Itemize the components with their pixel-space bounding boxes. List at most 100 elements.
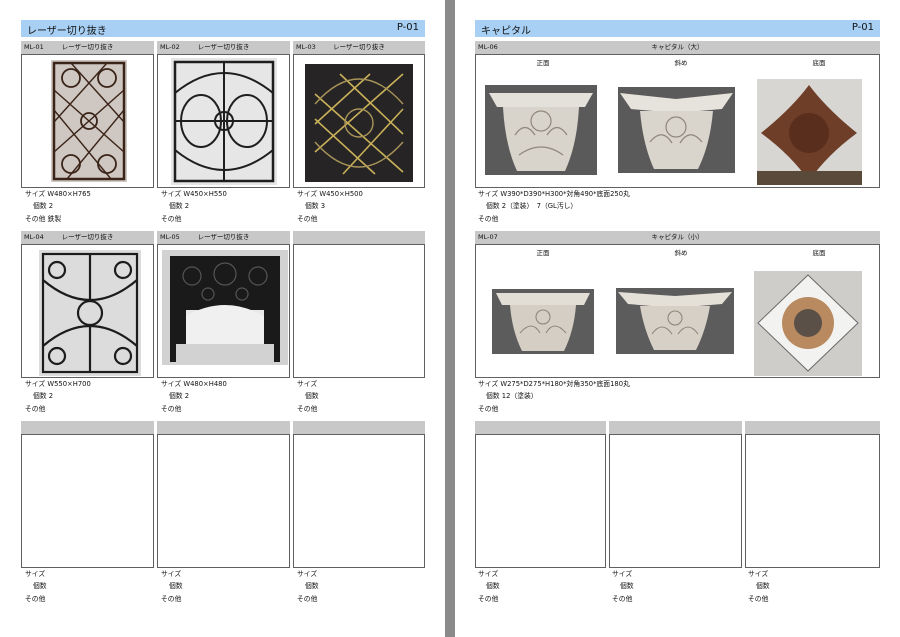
item-header bbox=[745, 421, 880, 434]
item-count: 個数 bbox=[486, 582, 500, 591]
page-number: P-01 bbox=[851, 22, 874, 33]
photo-frame bbox=[157, 244, 290, 378]
photo-frame bbox=[21, 54, 154, 188]
item-size: サイズ W275*D275*H180*対角350*底面180丸 bbox=[478, 380, 630, 388]
photo-frame bbox=[293, 434, 425, 568]
item-header bbox=[293, 231, 425, 244]
item-count: 個数 2 bbox=[33, 392, 54, 401]
item-other: その他 bbox=[161, 404, 182, 413]
item-count: 個数 2 bbox=[169, 202, 190, 211]
item-name: キャピタル（大） bbox=[651, 43, 704, 51]
photo-frame bbox=[157, 54, 290, 188]
item-header bbox=[609, 421, 742, 434]
capital-front-photo bbox=[485, 85, 597, 175]
item-size: サイズ bbox=[297, 570, 318, 578]
item-size: サイズ W480×H765 bbox=[25, 190, 91, 198]
item-header: レーザー切り抜き ML-01 bbox=[21, 41, 154, 54]
item-size: サイズ bbox=[297, 380, 318, 388]
item-header bbox=[157, 421, 290, 434]
item-other: その他 bbox=[297, 214, 318, 223]
item-spec: サイズ W275*D275*H180*対角350*底面180丸 個数 12（塗装… bbox=[478, 378, 630, 415]
item-size: サイズ W390*D390*H300*対角490*底面250丸 bbox=[478, 190, 630, 198]
item-size: サイズ bbox=[25, 570, 46, 578]
capital-angle-photo bbox=[616, 288, 734, 354]
item-header: レーザー切り抜き ML-02 bbox=[157, 41, 290, 54]
item-spec: サイズ W480×H765 個数 2 その他 鉄製 bbox=[25, 188, 91, 225]
item-size: サイズ bbox=[478, 570, 499, 578]
item-count: 個数 bbox=[620, 582, 634, 591]
item-count: 個数 12（塗装） bbox=[486, 392, 538, 401]
item-code: ML-05 bbox=[160, 233, 180, 241]
item-spec: サイズ W480×H480 個数 2 その他 bbox=[161, 378, 227, 415]
item-count: 個数 bbox=[305, 392, 319, 401]
item-code: ML-02 bbox=[160, 43, 180, 51]
item-spec: サイズ 個数 その他 bbox=[25, 568, 47, 605]
item-header: キャピタル（大） ML-06 bbox=[475, 41, 880, 54]
photo-frame bbox=[745, 434, 880, 568]
item-size: サイズ W450×H550 bbox=[161, 190, 227, 198]
item-name: キャピタル（小） bbox=[651, 233, 704, 241]
item-other: その他 bbox=[297, 404, 318, 413]
item-header bbox=[21, 421, 154, 434]
view-label-bottom: 底面 bbox=[812, 249, 826, 257]
page-title: レーザー切り抜き bbox=[27, 26, 107, 37]
photo-frame bbox=[609, 434, 742, 568]
photo-frame bbox=[293, 54, 425, 188]
page-number: P-01 bbox=[396, 22, 419, 33]
item-other: その他 鉄製 bbox=[25, 214, 62, 223]
item-photo bbox=[162, 250, 288, 365]
item-size: サイズ bbox=[748, 570, 769, 578]
item-spec: サイズ 個数 その他 bbox=[748, 568, 770, 605]
photo-frame bbox=[157, 434, 290, 568]
item-count: 個数 2（塗装） 7（GL汚し） bbox=[486, 202, 578, 211]
item-other: その他 bbox=[161, 594, 182, 603]
item-other: その他 bbox=[478, 404, 499, 413]
item-other: その他 bbox=[161, 214, 182, 223]
photo-frame bbox=[475, 434, 606, 568]
page-title-bar: キャピタル P-01 bbox=[475, 20, 880, 37]
item-size: サイズ bbox=[161, 570, 182, 578]
item-spec: サイズ 個数 その他 bbox=[297, 378, 319, 415]
capital-bottom-photo bbox=[757, 79, 862, 185]
view-label-angle: 斜め bbox=[674, 59, 688, 67]
item-header: キャピタル（小） ML-07 bbox=[475, 231, 880, 244]
capital-bottom-photo bbox=[754, 271, 862, 376]
item-count: 個数 bbox=[305, 582, 319, 591]
item-count: 個数 bbox=[756, 582, 770, 591]
item-header: レーザー切り抜き ML-03 bbox=[293, 41, 425, 54]
item-spec: サイズ W390*D390*H300*対角490*底面250丸 個数 2（塗装）… bbox=[478, 188, 630, 225]
item-spec: サイズ 個数 その他 bbox=[478, 568, 500, 605]
item-other: その他 bbox=[478, 594, 499, 603]
item-size: サイズ W450×H500 bbox=[297, 190, 363, 198]
item-code: ML-07 bbox=[478, 233, 498, 241]
item-count: 個数 3 bbox=[305, 202, 326, 211]
item-code: ML-01 bbox=[24, 43, 44, 51]
item-other: その他 bbox=[297, 594, 318, 603]
view-label-bottom: 底面 bbox=[812, 59, 826, 67]
capital-angle-photo bbox=[618, 87, 735, 173]
item-other: その他 bbox=[25, 594, 46, 603]
item-photo bbox=[171, 58, 277, 185]
item-size: サイズ W480×H480 bbox=[161, 380, 227, 388]
photo-frame: 正面 斜め 底面 bbox=[475, 54, 880, 188]
item-code: ML-06 bbox=[478, 43, 498, 51]
page-gutter bbox=[445, 0, 455, 637]
item-spec: サイズ W450×H550 個数 2 その他 bbox=[161, 188, 227, 225]
item-other: その他 bbox=[478, 214, 499, 223]
item-header: レーザー切り抜き ML-04 bbox=[21, 231, 154, 244]
item-size: サイズ bbox=[612, 570, 633, 578]
item-header: レーザー切り抜き ML-05 bbox=[157, 231, 290, 244]
item-photo bbox=[39, 250, 141, 376]
item-count: 個数 2 bbox=[33, 202, 54, 211]
photo-frame: 正面 斜め 底面 bbox=[475, 244, 880, 378]
item-header bbox=[475, 421, 606, 434]
view-label-angle: 斜め bbox=[674, 249, 688, 257]
capital-front-photo bbox=[492, 289, 594, 354]
left-page: レーザー切り抜き P-01 レーザー切り抜き ML-01 サイズ W480×H7… bbox=[0, 0, 445, 637]
item-other: その他 bbox=[748, 594, 769, 603]
item-spec: サイズ 個数 その他 bbox=[297, 568, 319, 605]
page-title: キャピタル bbox=[481, 26, 531, 37]
item-spec: サイズ W550×H700 個数 2 その他 bbox=[25, 378, 91, 415]
item-other: その他 bbox=[25, 404, 46, 413]
item-header bbox=[293, 421, 425, 434]
